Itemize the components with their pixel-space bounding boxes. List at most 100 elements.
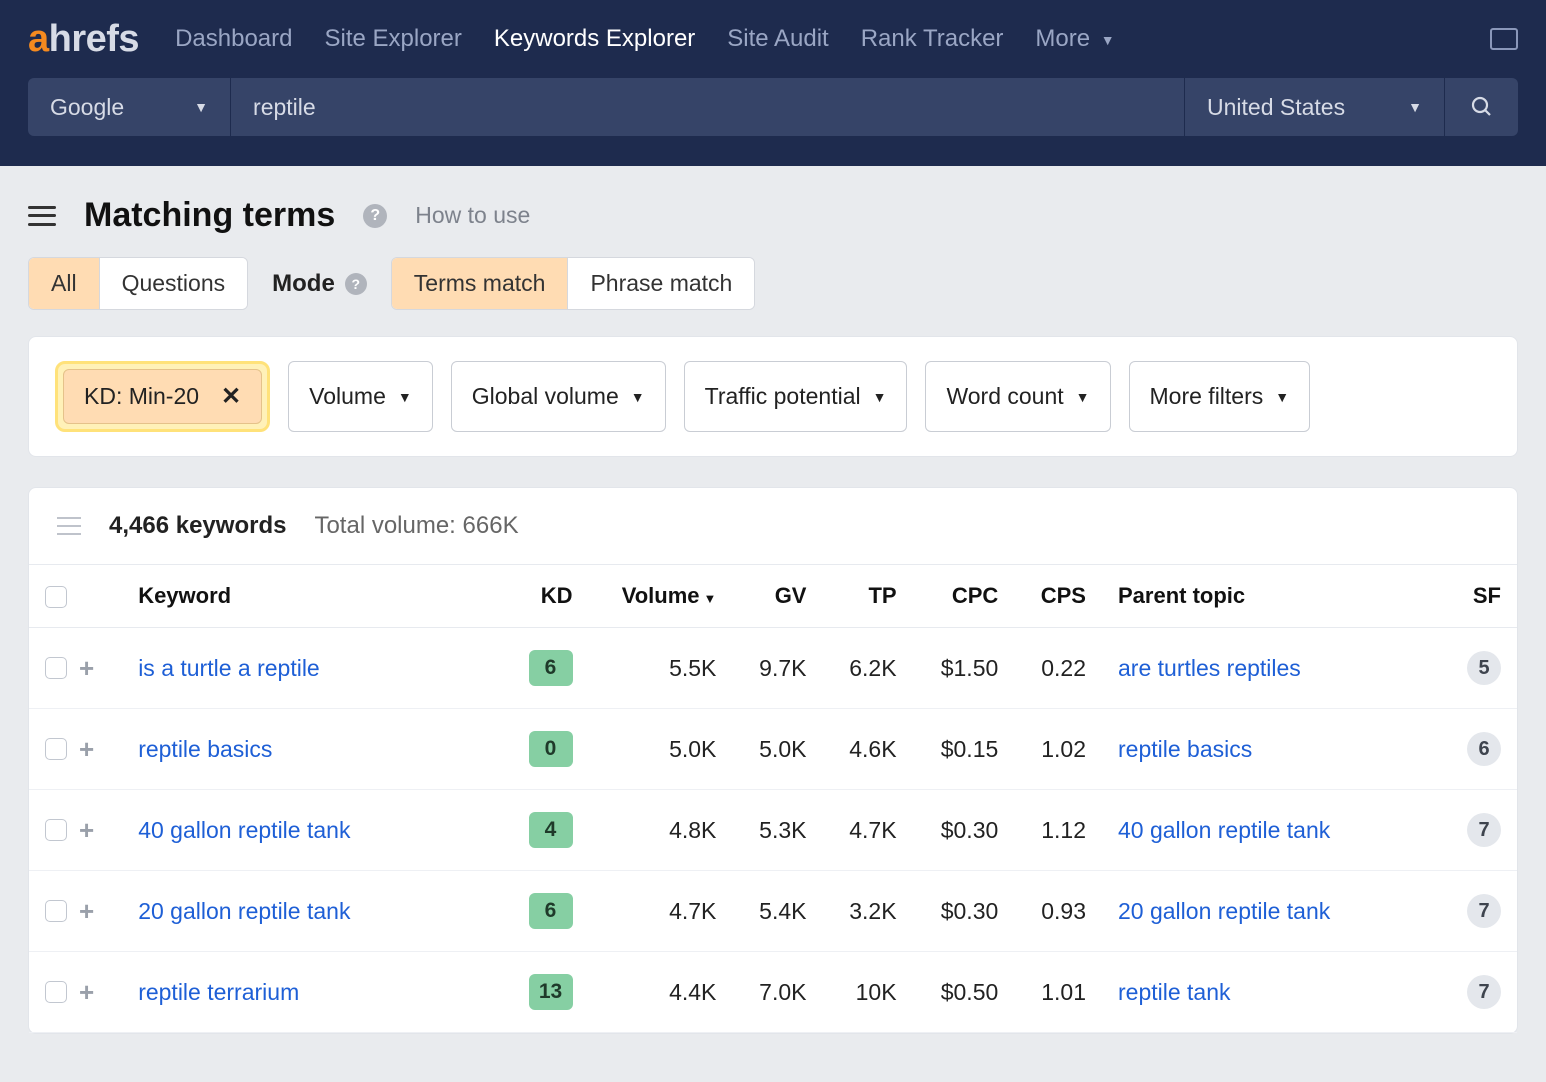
col-tp[interactable]: TP [822, 565, 912, 628]
nav-keywords-explorer[interactable]: Keywords Explorer [494, 25, 695, 53]
monitor-icon[interactable] [1490, 28, 1518, 50]
sf-badge[interactable]: 6 [1467, 732, 1501, 766]
cell-tp: 6.2K [822, 628, 912, 709]
expand-icon[interactable]: + [79, 977, 94, 1007]
keyword-link[interactable]: 20 gallon reptile tank [138, 898, 350, 924]
tabs-row: All Questions Mode ? Terms match Phrase … [0, 257, 1546, 336]
page-title: Matching terms [84, 196, 335, 235]
nav-site-audit[interactable]: Site Audit [727, 25, 828, 53]
col-keyword[interactable]: Keyword [122, 565, 502, 628]
table-row: +reptile basics05.0K5.0K4.6K$0.151.02rep… [29, 709, 1517, 790]
help-icon[interactable]: ? [345, 273, 367, 295]
kd-badge: 13 [529, 974, 573, 1010]
col-parent-topic[interactable]: Parent topic [1102, 565, 1442, 628]
cell-gv: 9.7K [732, 628, 822, 709]
table-row: +20 gallon reptile tank64.7K5.4K3.2K$0.3… [29, 871, 1517, 952]
sf-badge[interactable]: 7 [1467, 894, 1501, 928]
tab-phrase-match[interactable]: Phrase match [567, 258, 754, 309]
row-checkbox[interactable] [45, 981, 67, 1003]
row-checkbox[interactable] [45, 657, 67, 679]
country-select[interactable]: United States ▼ [1184, 78, 1444, 136]
search-input-wrap [231, 78, 1184, 136]
filter-volume[interactable]: Volume▼ [288, 361, 433, 432]
row-checkbox[interactable] [45, 738, 67, 760]
tab-terms-match[interactable]: Terms match [392, 258, 568, 309]
search-engine-label: Google [50, 94, 124, 121]
list-icon[interactable] [57, 517, 81, 535]
keyword-link[interactable]: 40 gallon reptile tank [138, 817, 350, 843]
col-gv[interactable]: GV [732, 565, 822, 628]
nav-rank-tracker[interactable]: Rank Tracker [861, 25, 1004, 53]
keyword-link[interactable]: reptile terrarium [138, 979, 299, 1005]
keyword-search-input[interactable] [253, 94, 1162, 121]
nav-more-label: More [1035, 25, 1090, 52]
chevron-down-icon: ▼ [631, 389, 645, 405]
parent-topic-link[interactable]: 20 gallon reptile tank [1118, 898, 1330, 924]
cell-cps: 0.22 [1014, 628, 1102, 709]
search-engine-select[interactable]: Google ▼ [28, 78, 231, 136]
filter-label: Global volume [472, 383, 619, 410]
tab-all[interactable]: All [29, 258, 99, 309]
nav-site-explorer[interactable]: Site Explorer [324, 25, 461, 53]
sidebar-toggle-icon[interactable] [28, 206, 56, 226]
tab-questions[interactable]: Questions [99, 258, 248, 309]
search-button[interactable] [1444, 78, 1518, 136]
row-checkbox[interactable] [45, 900, 67, 922]
chevron-down-icon: ▼ [398, 389, 412, 405]
parent-topic-link[interactable]: reptile tank [1118, 979, 1231, 1005]
how-to-use-link[interactable]: How to use [415, 202, 530, 229]
sf-badge[interactable]: 5 [1467, 651, 1501, 685]
col-cps[interactable]: CPS [1014, 565, 1102, 628]
kd-badge: 6 [529, 650, 573, 686]
table-row: +reptile terrarium134.4K7.0K10K$0.501.01… [29, 952, 1517, 1033]
chevron-down-icon: ▼ [1408, 99, 1422, 115]
row-checkbox[interactable] [45, 819, 67, 841]
cell-volume: 4.4K [589, 952, 733, 1033]
keyword-link[interactable]: is a turtle a reptile [138, 655, 320, 681]
sf-badge[interactable]: 7 [1467, 975, 1501, 1009]
expand-icon[interactable]: + [79, 653, 94, 683]
close-icon[interactable]: ✕ [221, 382, 241, 411]
cell-volume: 4.7K [589, 871, 733, 952]
results-summary: 4,466 keywords Total volume: 666K [29, 488, 1517, 564]
results-count: 4,466 keywords [109, 512, 286, 540]
expand-icon[interactable]: + [79, 734, 94, 764]
cell-tp: 3.2K [822, 871, 912, 952]
filter-global-volume[interactable]: Global volume ▼ [451, 361, 666, 432]
parent-topic-link[interactable]: 40 gallon reptile tank [1118, 817, 1330, 843]
parent-topic-link[interactable]: are turtles reptiles [1118, 655, 1301, 681]
keyword-link[interactable]: reptile basics [138, 736, 272, 762]
help-icon[interactable]: ? [363, 204, 387, 228]
page-header: Matching terms ? How to use [0, 166, 1546, 257]
parent-topic-link[interactable]: reptile basics [1118, 736, 1252, 762]
col-volume-label: Volume [622, 583, 700, 608]
kd-badge: 0 [529, 731, 573, 767]
filter-kd-label: KD: Min-20 [84, 383, 199, 410]
filter-word-count[interactable]: Word count▼ [925, 361, 1110, 432]
col-volume[interactable]: Volume▼ [589, 565, 733, 628]
col-kd[interactable]: KD [502, 565, 588, 628]
results-table: Keyword KD Volume▼ GV TP CPC CPS Parent … [29, 564, 1517, 1033]
filter-more-filters[interactable]: More filters▼ [1129, 361, 1311, 432]
search-icon [1470, 95, 1494, 119]
scope-tabs: All Questions [28, 257, 248, 310]
nav-more[interactable]: More ▼ [1035, 25, 1114, 53]
filter-kd-active[interactable]: KD: Min-20 ✕ [63, 369, 262, 424]
cell-tp: 4.6K [822, 709, 912, 790]
sf-badge[interactable]: 7 [1467, 813, 1501, 847]
expand-icon[interactable]: + [79, 815, 94, 845]
cell-cps: 0.93 [1014, 871, 1102, 952]
kd-badge: 4 [529, 812, 573, 848]
col-cpc[interactable]: CPC [913, 565, 1015, 628]
topbar-right [1490, 28, 1518, 50]
cell-volume: 5.0K [589, 709, 733, 790]
brand-logo[interactable]: ahrefs [28, 18, 139, 61]
nav-dashboard[interactable]: Dashboard [175, 25, 292, 53]
select-all-checkbox[interactable] [45, 586, 67, 608]
filter-traffic-potential[interactable]: Traffic potential▼ [684, 361, 908, 432]
table-row: +is a turtle a reptile65.5K9.7K6.2K$1.50… [29, 628, 1517, 709]
col-sf[interactable]: SF [1442, 565, 1517, 628]
expand-icon[interactable]: + [79, 896, 94, 926]
cell-tp: 4.7K [822, 790, 912, 871]
cell-cpc: $0.30 [913, 871, 1015, 952]
